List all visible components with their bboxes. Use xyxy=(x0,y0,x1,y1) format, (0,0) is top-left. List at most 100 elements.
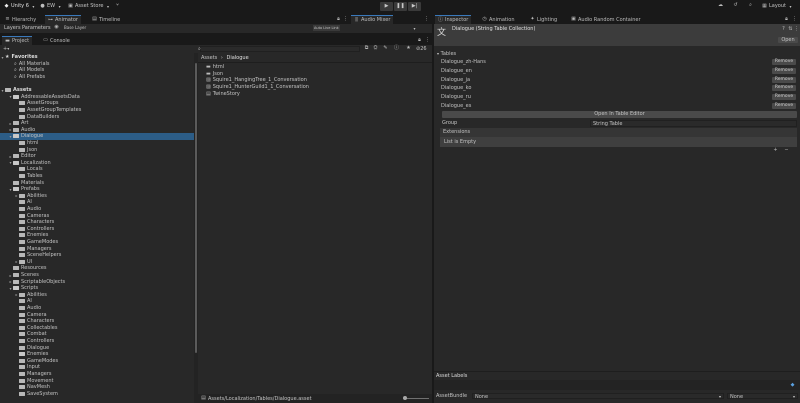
favorites-header[interactable]: ▾ ★ Favorites xyxy=(0,54,194,61)
tree-item[interactable]: AI xyxy=(0,199,194,206)
tree-item[interactable]: Enemies xyxy=(0,232,194,239)
lock-icon[interactable]: 🔒︎ xyxy=(336,17,341,22)
table-name[interactable]: Dialogue_ja xyxy=(441,77,470,83)
table-name[interactable]: Dialogue_en xyxy=(441,68,472,74)
lock-icon[interactable]: 🔒︎ xyxy=(784,17,789,22)
remove-table-button[interactable]: Remove xyxy=(772,76,796,83)
step-button[interactable]: ▶| xyxy=(408,2,421,11)
user-menu[interactable]: ● EW ▾ xyxy=(40,3,62,9)
eye-icon[interactable]: ◉ xyxy=(54,25,59,30)
tab-audio-mixer[interactable]: ⫼ Audio Mixer xyxy=(351,15,394,24)
lock-icon[interactable]: 🔒︎ xyxy=(417,38,422,43)
more-options-icon[interactable]: ⋮ xyxy=(792,17,797,22)
tree-item[interactable]: ▸ Abilities xyxy=(0,292,194,299)
tree-item[interactable]: Controllers xyxy=(0,338,194,345)
table-name[interactable]: Dialogue_ru xyxy=(441,94,471,100)
tree-item[interactable]: Input xyxy=(0,364,194,371)
tree-item[interactable]: Characters xyxy=(0,219,194,226)
tree-item[interactable]: Dialogue xyxy=(0,344,194,351)
remove-table-button[interactable]: Remove xyxy=(772,103,796,109)
layout-menu[interactable]: ▦ Layout ▾ xyxy=(762,3,793,9)
tree-item[interactable]: Audio xyxy=(0,206,194,213)
remove-item-icon[interactable]: − xyxy=(784,148,789,153)
breadcrumb-assets[interactable]: Assets xyxy=(201,55,217,61)
tree-item[interactable]: Camera xyxy=(0,311,194,318)
tree-item[interactable]: ▾ Dialogue xyxy=(0,133,194,140)
tree-item[interactable]: ▸ Editor xyxy=(0,153,194,160)
tables-foldout[interactable]: ▾ Tables xyxy=(437,51,456,57)
tab-animator[interactable]: ⊶ Animator xyxy=(45,15,81,24)
file-item[interactable]: ▬ html xyxy=(206,64,224,71)
tree-item[interactable]: Locals xyxy=(0,166,194,173)
tree-item[interactable]: Json xyxy=(0,146,194,153)
icon-size-slider[interactable] xyxy=(403,396,429,400)
file-item[interactable]: ▨ Squire1_HangingTree_1_Conversation xyxy=(206,77,307,84)
info-icon[interactable]: ⓘ xyxy=(394,46,399,51)
tree-item[interactable]: Movement xyxy=(0,377,194,384)
tree-item[interactable]: GameModes xyxy=(0,358,194,365)
tree-item[interactable]: AssetGroups xyxy=(0,100,194,107)
more-options-icon[interactable]: ⋮ xyxy=(425,38,430,43)
group-field[interactable]: String Table xyxy=(590,120,797,127)
tree-item[interactable]: ▾ Scripts xyxy=(0,285,194,292)
tree-item[interactable]: DataBuilders xyxy=(0,113,194,120)
tab-animation[interactable]: ◷ Animation xyxy=(479,15,518,24)
more-options-icon[interactable]: ⋮ xyxy=(424,17,429,22)
parameters-tab[interactable]: Parameters xyxy=(22,25,51,31)
history-button[interactable]: ↺ xyxy=(733,3,738,8)
open-table-editor-button[interactable]: Open In Table Editor xyxy=(442,111,797,118)
tag-icon[interactable]: ◆ xyxy=(790,383,795,388)
tree-item[interactable]: ▸ Art xyxy=(0,120,194,127)
tree-item[interactable]: ▸ UI xyxy=(0,259,194,266)
table-name[interactable]: Dialogue_ko xyxy=(441,85,471,91)
tree-item[interactable]: Managers xyxy=(0,371,194,378)
tree-item[interactable]: SaveSystem xyxy=(0,391,194,398)
tree-item[interactable]: ▾ Localization xyxy=(0,160,194,167)
tree-item[interactable]: GameModes xyxy=(0,239,194,246)
add-item-icon[interactable]: + xyxy=(773,148,778,153)
tree-item[interactable]: AssetGroupTemplates xyxy=(0,107,194,114)
preset-icon[interactable]: ⇅ xyxy=(788,27,793,32)
tree-item[interactable]: ▸ ScriptableObjects xyxy=(0,278,194,285)
tab-console[interactable]: ▭ Console xyxy=(40,36,73,45)
tree-item[interactable]: Controllers xyxy=(0,226,194,233)
favorite-item[interactable]: ⌕ All Prefabs xyxy=(0,74,194,81)
tree-item[interactable]: Materials xyxy=(0,179,194,186)
layer-breadcrumb[interactable]: Base Layer xyxy=(64,25,86,31)
table-name[interactable]: Dialogue_zh-Hans xyxy=(441,59,486,65)
tree-item[interactable]: SceneHelpers xyxy=(0,252,194,259)
tree-item[interactable]: Audio xyxy=(0,305,194,312)
more-options-icon[interactable]: ⋮ xyxy=(343,17,348,22)
tab-project[interactable]: ▬ Project xyxy=(2,36,33,45)
star-icon[interactable]: ★ xyxy=(406,46,411,51)
remove-table-button[interactable]: Remove xyxy=(772,85,796,92)
remove-table-button[interactable]: Remove xyxy=(772,67,796,74)
version-control-button[interactable]: ⑂ xyxy=(115,3,120,8)
auto-live-link-toggle[interactable]: Auto Live Link xyxy=(313,25,340,31)
help-icon[interactable]: ? xyxy=(781,27,786,32)
slider-handle[interactable] xyxy=(403,396,407,400)
search-by-label-icon[interactable]: ⛭ xyxy=(373,46,378,51)
tab-inspector[interactable]: ⓘ Inspector xyxy=(435,15,472,24)
hidden-count[interactable]: ⊘26 xyxy=(416,46,427,52)
tree-scrollbar-thumb[interactable] xyxy=(195,63,197,353)
label-icon[interactable]: ✎ xyxy=(383,46,388,51)
play-button[interactable]: ▶ xyxy=(380,2,393,11)
file-item[interactable]: ▨ Squire1_HunterGuild1_1_Conversation xyxy=(206,84,309,91)
tree-item[interactable]: AI xyxy=(0,298,194,305)
cloud-button[interactable]: ☁ xyxy=(718,3,723,8)
tab-hierarchy[interactable]: ≡ Hierarchy xyxy=(2,15,39,24)
account-menu[interactable]: ◆ Unity 6 ▾ xyxy=(4,3,36,9)
remove-table-button[interactable]: Remove xyxy=(772,94,796,101)
project-search-input[interactable]: ⌕ xyxy=(198,46,360,52)
asset-store-menu[interactable]: ▣ Asset Store ▾ xyxy=(68,3,110,9)
layers-tab[interactable]: Layers xyxy=(4,25,21,31)
tree-item[interactable]: ▾ Prefabs xyxy=(0,186,194,193)
remove-table-button[interactable]: Remove xyxy=(772,59,796,65)
chevron-down-icon[interactable]: ▾ xyxy=(412,26,417,31)
breadcrumb-dialogue[interactable]: Dialogue xyxy=(226,55,248,61)
favorite-item[interactable]: ⌕ All Materials xyxy=(0,61,194,68)
assets-header[interactable]: ▾ Assets xyxy=(0,87,194,94)
asset-variant-dropdown[interactable]: None ▾ xyxy=(727,393,798,400)
pause-button[interactable]: ❚❚ xyxy=(394,2,407,11)
